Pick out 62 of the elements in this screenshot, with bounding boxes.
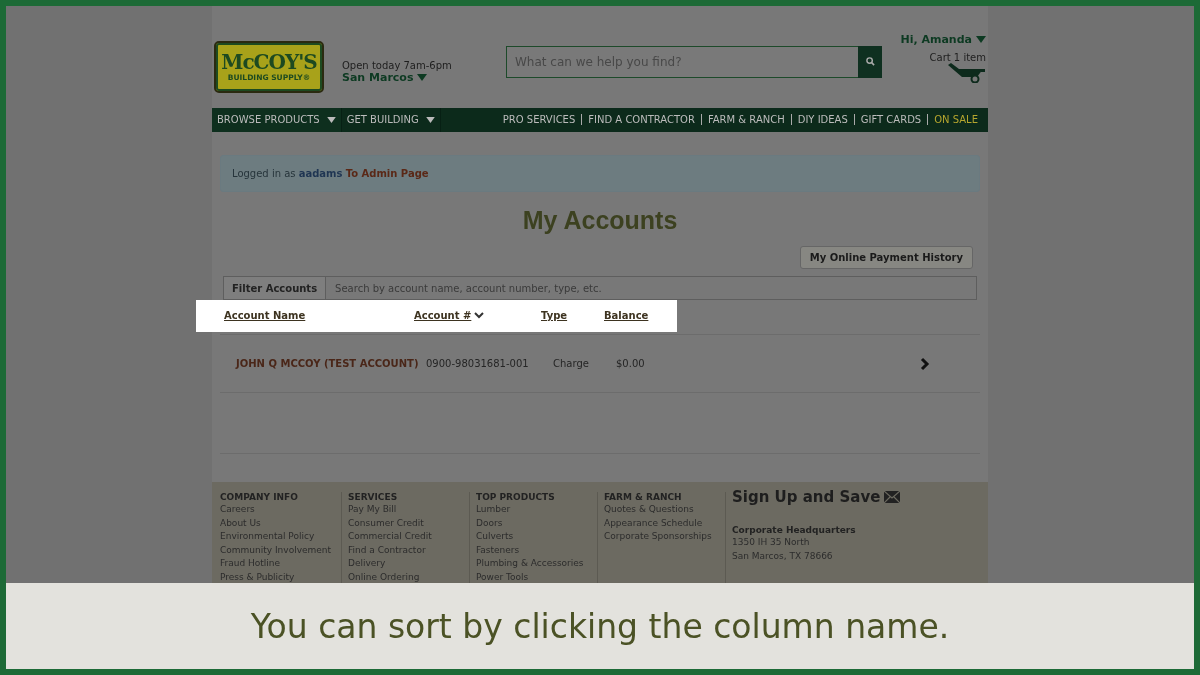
nav-link[interactable]: ON SALE: [927, 114, 978, 126]
payment-history-button[interactable]: My Online Payment History: [799, 246, 973, 270]
column-header[interactable]: Type: [541, 310, 604, 322]
greeting-menu[interactable]: Hi, Amanda: [900, 32, 986, 46]
footer-link[interactable]: Delivery: [348, 557, 469, 570]
chevron-down-icon: [474, 312, 485, 320]
nav-menu[interactable]: BROWSE PRODUCTS: [212, 107, 342, 132]
table-cell-text: 0900-98031681-001: [426, 358, 530, 370]
footer-link[interactable]: Find a Contractor: [348, 543, 469, 556]
footer-link[interactable]: Consumer Credit: [348, 516, 469, 529]
table-cell-text: Charge: [553, 358, 590, 370]
column-header[interactable]: Account Name: [224, 310, 414, 322]
store-location[interactable]: San Marcos: [342, 70, 492, 84]
caption-text: You can sort by clicking the column name.: [250, 606, 950, 646]
footer-link[interactable]: Pay My Bill: [348, 503, 469, 516]
page-title: My Accounts: [521, 206, 679, 236]
nav-link[interactable]: FARM & RANCH: [700, 114, 785, 126]
nav-menu[interactable]: GET BUILDING: [341, 107, 441, 132]
footer-link[interactable]: Fraud Hotline: [220, 557, 341, 570]
table-cell: $0.00: [616, 358, 645, 370]
nav-link[interactable]: FIND A CONTRACTOR: [581, 114, 695, 126]
footer-link[interactable]: Online Ordering: [348, 570, 469, 583]
nav-link[interactable]: DIY IDEAS: [790, 114, 848, 126]
nav-link[interactable]: PRO SERVICES: [502, 114, 576, 126]
wheelbarrow-icon[interactable]: [948, 62, 986, 83]
footer-link[interactable]: Corporate Sponsorships: [604, 530, 725, 543]
footer-link[interactable]: Power Tools: [476, 570, 597, 583]
footer-heading: SERVICES: [348, 492, 399, 502]
store-hours: Open today 7am-6pm: [342, 59, 453, 71]
filter-label: Filter Accounts: [223, 276, 327, 301]
login-message: Logged in as aadams To Admin Page: [232, 167, 429, 179]
footer-heading: COMPANY INFO: [220, 492, 299, 502]
footer-link[interactable]: Lumber: [476, 503, 597, 516]
footer-link[interactable]: Plumbing & Accessories: [476, 557, 597, 570]
caret-icon: [326, 116, 336, 123]
footer-link[interactable]: Appearance Schedule: [604, 516, 725, 529]
footer-link[interactable]: Fasteners: [476, 543, 597, 556]
footer-heading: FARM & RANCH: [604, 492, 683, 502]
caret-icon: [417, 73, 428, 81]
caret-icon: [425, 116, 435, 123]
filter-field[interactable]: Search by account name, account number, type, etc.: [326, 276, 977, 301]
footer-link[interactable]: Doors: [476, 516, 597, 529]
envelope-icon[interactable]: [884, 491, 901, 503]
cart-link[interactable]: Cart 1 item: [929, 51, 986, 63]
footer-link[interactable]: Careers: [220, 503, 341, 516]
column-header[interactable]: Account #: [414, 310, 541, 322]
footer-link[interactable]: Press & Publicity: [220, 570, 341, 583]
footer-heading: TOP PRODUCTS: [476, 492, 556, 502]
chevron-right-icon[interactable]: [920, 356, 930, 371]
footer-link[interactable]: Culverts: [476, 530, 597, 543]
footer-link[interactable]: Community Involvement: [220, 543, 341, 556]
footer-link[interactable]: Quotes & Questions: [604, 503, 725, 516]
account-name[interactable]: JOHN Q MCCOY (TEST ACCOUNT): [236, 358, 426, 370]
search-icon: [865, 57, 875, 67]
address-line: San Marcos, TX 78666: [732, 549, 834, 562]
column-header[interactable]: Balance: [604, 310, 649, 322]
signup-heading: Sign Up and Save: [732, 488, 881, 506]
caret-icon: [976, 35, 986, 43]
nav-link[interactable]: GIFT CARDS: [853, 114, 922, 126]
search-button[interactable]: [858, 45, 882, 78]
footer-link[interactable]: Environmental Policy: [220, 530, 341, 543]
hq-heading: Corporate Headquarters: [732, 525, 857, 535]
